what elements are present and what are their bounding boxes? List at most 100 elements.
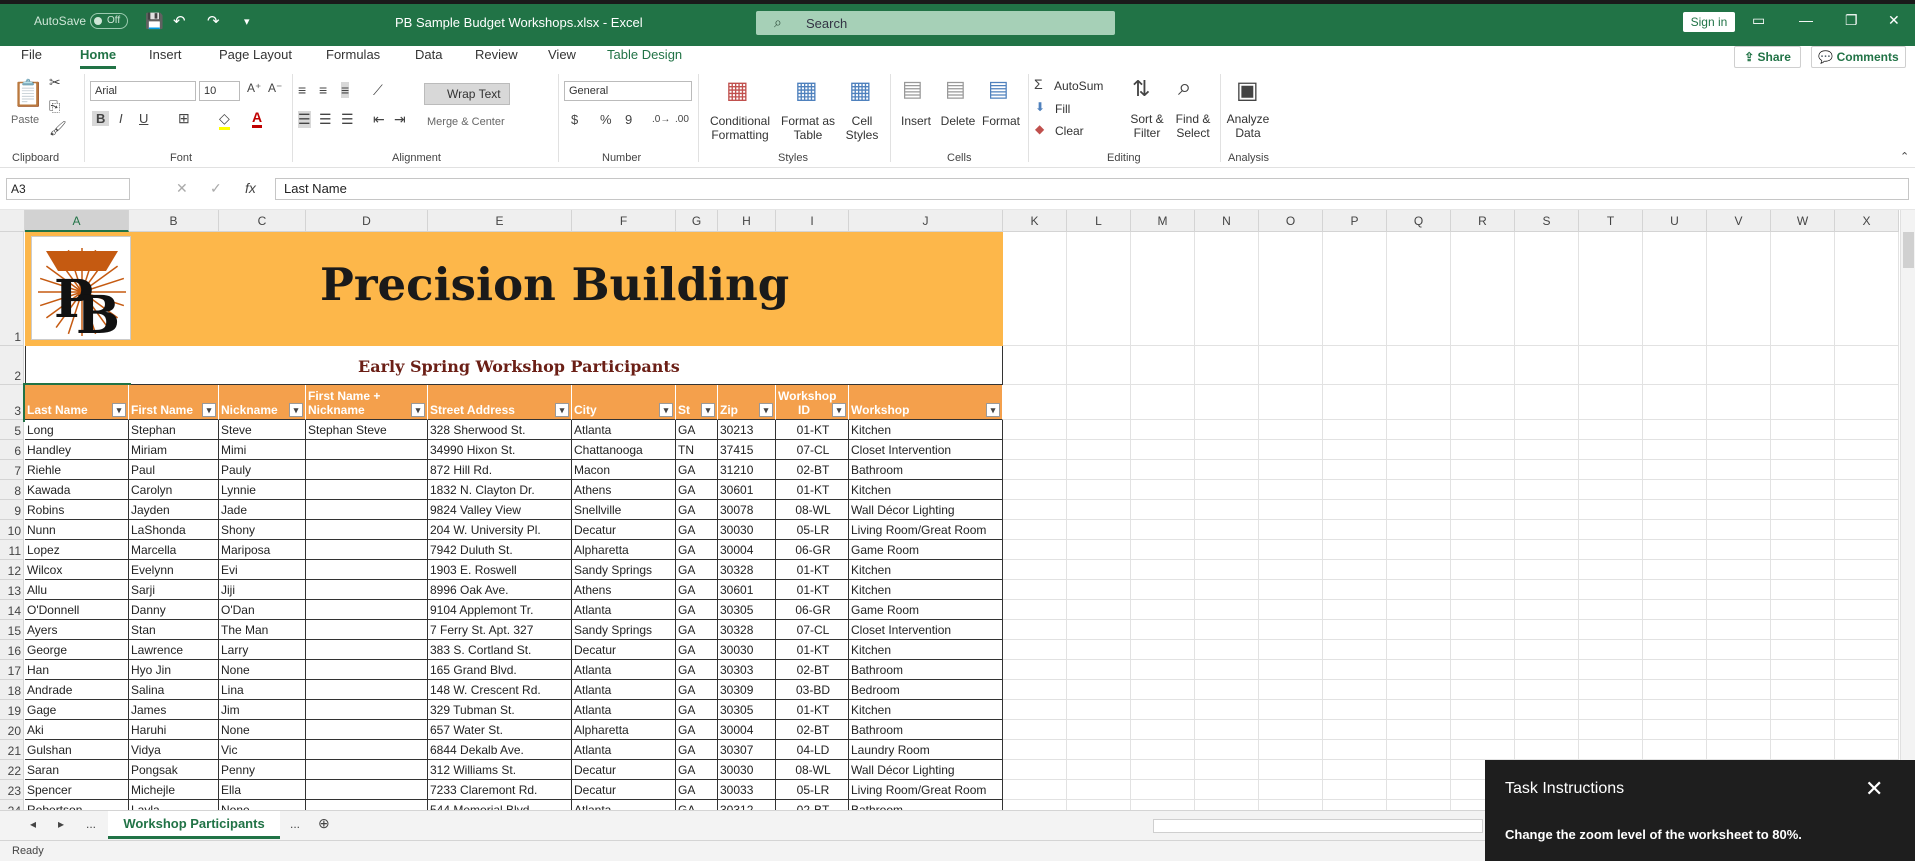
empty-cell[interactable] — [1195, 346, 1259, 385]
table-cell[interactable]: Stephan Steve — [306, 420, 428, 440]
table-cell[interactable]: Stan — [129, 620, 219, 640]
column-header[interactable]: K — [1003, 210, 1067, 232]
empty-cell[interactable] — [1771, 420, 1835, 440]
table-cell[interactable]: Athens — [572, 580, 676, 600]
empty-cell[interactable] — [1579, 700, 1643, 720]
next-sheet-icon[interactable]: ▸ — [58, 817, 64, 831]
empty-cell[interactable] — [1259, 740, 1323, 760]
empty-cell[interactable] — [1131, 440, 1195, 460]
row-header[interactable]: 24 — [0, 800, 24, 810]
table-header-cell[interactable]: Zip ▾ — [718, 385, 776, 420]
empty-cell[interactable] — [1771, 560, 1835, 580]
column-header[interactable]: U — [1643, 210, 1707, 232]
empty-cell[interactable] — [1579, 680, 1643, 700]
empty-cell[interactable] — [1835, 680, 1899, 700]
empty-cell[interactable] — [1067, 520, 1131, 540]
number-format-select[interactable]: General — [564, 81, 692, 101]
empty-cell[interactable] — [1323, 560, 1387, 580]
empty-cell[interactable] — [1835, 700, 1899, 720]
empty-cell[interactable] — [1067, 600, 1131, 620]
empty-cell[interactable] — [1259, 720, 1323, 740]
empty-cell[interactable] — [1067, 540, 1131, 560]
empty-cell[interactable] — [1515, 420, 1579, 440]
empty-cell[interactable] — [1067, 346, 1131, 385]
empty-cell[interactable] — [1195, 440, 1259, 460]
empty-cell[interactable] — [1515, 740, 1579, 760]
font-color-icon[interactable]: A — [252, 109, 263, 128]
empty-cell[interactable] — [1323, 480, 1387, 500]
empty-cell[interactable] — [1579, 385, 1643, 420]
table-cell[interactable]: GA — [676, 720, 718, 740]
row-header[interactable]: 8 — [0, 480, 24, 500]
empty-cell[interactable] — [1195, 740, 1259, 760]
empty-cell[interactable] — [1259, 460, 1323, 480]
empty-cell[interactable] — [1707, 346, 1771, 385]
empty-cell[interactable] — [1131, 640, 1195, 660]
table-cell[interactable]: Atlanta — [572, 420, 676, 440]
empty-cell[interactable] — [1707, 720, 1771, 740]
empty-cell[interactable] — [1323, 580, 1387, 600]
find-select-icon[interactable]: ⌕ — [1178, 74, 1191, 102]
decrease-font-icon[interactable]: A⁻ — [268, 81, 282, 95]
empty-cell[interactable] — [1003, 680, 1067, 700]
redo-icon[interactable]: ↷ — [207, 12, 220, 30]
empty-cell[interactable] — [1771, 460, 1835, 480]
empty-cell[interactable] — [1643, 720, 1707, 740]
insert-function-icon[interactable]: fx — [245, 180, 256, 196]
table-cell[interactable]: Lina — [219, 680, 306, 700]
table-cell[interactable]: Mimi — [219, 440, 306, 460]
empty-cell[interactable] — [1195, 420, 1259, 440]
empty-cell[interactable] — [1003, 385, 1067, 420]
empty-cell[interactable] — [1451, 420, 1515, 440]
table-cell[interactable]: GA — [676, 660, 718, 680]
empty-cell[interactable] — [1195, 560, 1259, 580]
tab-review[interactable]: Review — [475, 46, 518, 64]
empty-cell[interactable] — [1387, 520, 1451, 540]
empty-cell[interactable] — [1067, 500, 1131, 520]
table-cell[interactable]: 872 Hill Rd. — [428, 460, 572, 480]
analyze-data-icon[interactable]: ▣ — [1236, 76, 1259, 105]
empty-cell[interactable] — [1451, 232, 1515, 346]
empty-cell[interactable] — [1003, 500, 1067, 520]
table-cell[interactable]: GA — [676, 600, 718, 620]
empty-cell[interactable] — [1323, 346, 1387, 385]
empty-cell[interactable] — [1067, 740, 1131, 760]
empty-cell[interactable] — [1131, 385, 1195, 420]
empty-cell[interactable] — [1195, 700, 1259, 720]
empty-cell[interactable] — [1643, 700, 1707, 720]
empty-cell[interactable] — [1323, 460, 1387, 480]
row-header[interactable]: 19 — [0, 700, 24, 720]
empty-cell[interactable] — [1771, 680, 1835, 700]
tab-insert[interactable]: Insert — [149, 46, 182, 64]
column-header[interactable]: S — [1515, 210, 1579, 232]
font-size-select[interactable]: 10 — [199, 81, 240, 101]
table-cell[interactable]: O'Donnell — [25, 600, 129, 620]
empty-cell[interactable] — [1771, 440, 1835, 460]
table-cell[interactable]: 9824 Valley View — [428, 500, 572, 520]
table-cell[interactable]: 329 Tubman St. — [428, 700, 572, 720]
empty-cell[interactable] — [1323, 440, 1387, 460]
table-cell[interactable]: 30305 — [718, 700, 776, 720]
empty-cell[interactable] — [1835, 480, 1899, 500]
empty-cell[interactable] — [1451, 440, 1515, 460]
empty-cell[interactable] — [1195, 600, 1259, 620]
table-cell[interactable]: LaShonda — [129, 520, 219, 540]
table-cell[interactable]: The Man — [219, 620, 306, 640]
empty-cell[interactable] — [1835, 500, 1899, 520]
empty-cell[interactable] — [1195, 680, 1259, 700]
empty-cell[interactable] — [1707, 700, 1771, 720]
empty-cell[interactable] — [1323, 680, 1387, 700]
table-header-cell[interactable]: Workshop ▾ — [849, 385, 1003, 420]
empty-cell[interactable] — [1451, 520, 1515, 540]
empty-cell[interactable] — [1003, 346, 1067, 385]
table-cell[interactable]: 7 Ferry St. Apt. 327 — [428, 620, 572, 640]
empty-cell[interactable] — [1579, 420, 1643, 440]
table-cell[interactable]: 04-LD — [776, 740, 849, 760]
empty-cell[interactable] — [1387, 500, 1451, 520]
table-cell[interactable]: 30004 — [718, 540, 776, 560]
column-header[interactable]: J — [849, 210, 1003, 232]
empty-cell[interactable] — [1131, 500, 1195, 520]
table-cell[interactable]: Paul — [129, 460, 219, 480]
empty-cell[interactable] — [1835, 660, 1899, 680]
empty-cell[interactable] — [1195, 760, 1259, 780]
